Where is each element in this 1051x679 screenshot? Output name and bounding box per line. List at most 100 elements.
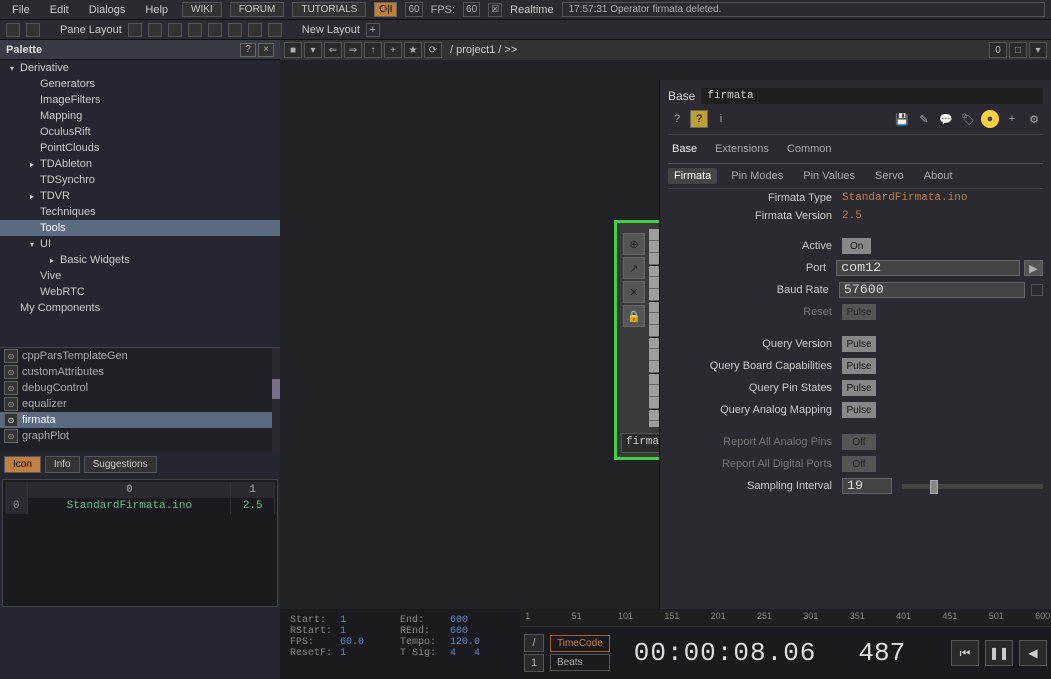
baud-hint[interactable] bbox=[1031, 284, 1043, 296]
nav-back-icon[interactable]: ⇐ bbox=[324, 42, 342, 58]
comp-graphPlot[interactable]: ⊙graphPlot bbox=[0, 428, 280, 444]
tree-tdableton[interactable]: ▸TDAbleton bbox=[0, 156, 280, 172]
port-play-button[interactable]: ▶ bbox=[1024, 260, 1043, 276]
btn-query-version[interactable]: Pulse bbox=[842, 336, 876, 352]
val-tempo[interactable]: 120.0 bbox=[450, 637, 510, 648]
path-square-icon[interactable]: □ bbox=[1009, 42, 1027, 58]
path-text[interactable]: / project1 / >> bbox=[450, 44, 517, 56]
toggle-report-analog[interactable]: Off bbox=[842, 434, 876, 450]
tab-suggestions[interactable]: Suggestions bbox=[84, 456, 157, 473]
stab-pinvalues[interactable]: Pin Values bbox=[797, 168, 861, 184]
tree-tools[interactable]: Tools bbox=[0, 220, 280, 236]
tree-ui[interactable]: ▾UI bbox=[0, 236, 280, 252]
param-edit-icon[interactable]: ✎ bbox=[915, 110, 933, 128]
layout-5[interactable] bbox=[208, 23, 222, 37]
nav-up-icon[interactable]: ↑ bbox=[364, 42, 382, 58]
toggle-report-digital[interactable]: Off bbox=[842, 456, 876, 472]
nav-forward-icon[interactable]: ⇒ bbox=[344, 42, 362, 58]
menu-help[interactable]: Help bbox=[139, 2, 174, 18]
tab-icon[interactable]: Icon bbox=[4, 456, 41, 473]
ptab-base[interactable]: Base bbox=[668, 141, 701, 157]
beats-button[interactable]: Beats bbox=[550, 654, 610, 671]
layout-7[interactable] bbox=[248, 23, 262, 37]
slider-sampling-interval[interactable] bbox=[902, 484, 1043, 489]
val-start[interactable]: 1 bbox=[340, 615, 400, 626]
timeline-ruler[interactable]: 151101151201251301351401451501600 bbox=[520, 609, 1051, 627]
tree-generators[interactable]: Generators bbox=[0, 76, 280, 92]
ptab-extensions[interactable]: Extensions bbox=[711, 141, 773, 157]
input-port[interactable] bbox=[836, 260, 1020, 276]
transport-sq1[interactable]: / bbox=[524, 634, 544, 652]
stab-firmata[interactable]: Firmata bbox=[668, 168, 717, 184]
toggle-active[interactable]: On bbox=[842, 238, 871, 254]
tree-tdsynchro[interactable]: TDSynchro bbox=[0, 172, 280, 188]
param-plus-icon[interactable]: + bbox=[1003, 110, 1021, 128]
layout-4[interactable] bbox=[188, 23, 202, 37]
tree-tdvr[interactable]: ▸TDVR bbox=[0, 188, 280, 204]
node-tool-target-icon[interactable]: ⊕ bbox=[623, 233, 645, 255]
param-python-icon[interactable]: ● bbox=[981, 110, 999, 128]
comp-equalizer[interactable]: ⊙equalizer bbox=[0, 396, 280, 412]
param-disk-icon[interactable]: 💾 bbox=[893, 110, 911, 128]
val-end[interactable]: 600 bbox=[450, 615, 510, 626]
nav-dropdown-icon[interactable]: ▾ bbox=[304, 42, 322, 58]
node-tool-x-icon[interactable]: ✕ bbox=[623, 281, 645, 303]
val-resetf[interactable]: 1 bbox=[340, 648, 400, 659]
comp-scrollbar[interactable] bbox=[272, 348, 280, 452]
param-help2-icon[interactable]: ? bbox=[690, 110, 708, 128]
val-rend[interactable]: 600 bbox=[450, 626, 510, 637]
nav-bookmark-icon[interactable]: ★ bbox=[404, 42, 422, 58]
forum-link[interactable]: FORUM bbox=[230, 2, 285, 17]
palette-help-button[interactable]: ? bbox=[240, 43, 256, 57]
tree-webrtc[interactable]: WebRTC bbox=[0, 284, 280, 300]
network-editor[interactable]: ⊕ ↗ ✕ 🔒 0valuePin20valuePin30valuePin40v… bbox=[280, 60, 1051, 609]
stab-pinmodes[interactable]: Pin Modes bbox=[725, 168, 789, 184]
layout-8[interactable] bbox=[268, 23, 282, 37]
input-sampling-interval[interactable] bbox=[842, 478, 892, 494]
layout-6[interactable] bbox=[228, 23, 242, 37]
tree-pointclouds[interactable]: PointClouds bbox=[0, 140, 280, 156]
tutorials-link[interactable]: TUTORIALS bbox=[292, 2, 366, 17]
tab-info[interactable]: Info bbox=[45, 456, 80, 473]
pane-tool-1[interactable] bbox=[6, 23, 20, 37]
btn-reset[interactable]: Pulse bbox=[842, 304, 876, 320]
layout-2[interactable] bbox=[148, 23, 162, 37]
path-dropdown-icon[interactable]: ▾ bbox=[1029, 42, 1047, 58]
transport-step-button[interactable]: ◀ bbox=[1019, 640, 1047, 666]
tree-oculusrift[interactable]: OculusRift bbox=[0, 124, 280, 140]
menu-edit[interactable]: Edit bbox=[44, 2, 75, 18]
oi-toggle[interactable]: O|I bbox=[374, 2, 397, 17]
tree-my-components[interactable]: My Components bbox=[0, 300, 280, 316]
tree-techniques[interactable]: Techniques bbox=[0, 204, 280, 220]
tree-mapping[interactable]: Mapping bbox=[0, 108, 280, 124]
wiki-link[interactable]: WIKI bbox=[182, 2, 222, 17]
realtime-checkbox[interactable]: ☒ bbox=[488, 3, 502, 17]
path-end-num[interactable]: 0 bbox=[989, 42, 1007, 58]
transport-back-button[interactable]: ⏮ bbox=[951, 640, 979, 666]
transport-sq2[interactable]: 1 bbox=[524, 654, 544, 672]
btn-query-board-cap[interactable]: Pulse bbox=[842, 358, 876, 374]
nav-bookmark-plus-icon[interactable]: + bbox=[384, 42, 402, 58]
menu-file[interactable]: File bbox=[6, 2, 36, 18]
ptab-common[interactable]: Common bbox=[783, 141, 836, 157]
comp-cppParsTemplateGen[interactable]: ⊙cppParsTemplateGen bbox=[0, 348, 280, 364]
transport-pause-button[interactable]: ❚❚ bbox=[985, 640, 1013, 666]
tree-imagefilters[interactable]: ImageFilters bbox=[0, 92, 280, 108]
val-tsig1[interactable]: 4 bbox=[450, 648, 474, 659]
timecode-button[interactable]: TimeCode bbox=[550, 635, 610, 652]
comp-firmata[interactable]: ⊙firmata bbox=[0, 412, 280, 428]
val-tsig2[interactable]: 4 bbox=[474, 648, 498, 659]
stab-about[interactable]: About bbox=[918, 168, 959, 184]
palette-close-button[interactable]: × bbox=[258, 43, 274, 57]
input-baud[interactable] bbox=[839, 282, 1025, 298]
param-info-icon[interactable]: i bbox=[712, 110, 730, 128]
layout-1[interactable] bbox=[128, 23, 142, 37]
op-name[interactable]: firmata bbox=[701, 88, 1043, 104]
tree-basic-widgets[interactable]: ▸Basic Widgets bbox=[0, 252, 280, 268]
comp-debugControl[interactable]: ⊙debugControl bbox=[0, 380, 280, 396]
pane-tool-2[interactable] bbox=[26, 23, 40, 37]
val-rstart[interactable]: 1 bbox=[340, 626, 400, 637]
menu-dialogs[interactable]: Dialogs bbox=[83, 2, 132, 18]
stab-servo[interactable]: Servo bbox=[869, 168, 910, 184]
nav-stop-icon[interactable]: ■ bbox=[284, 42, 302, 58]
